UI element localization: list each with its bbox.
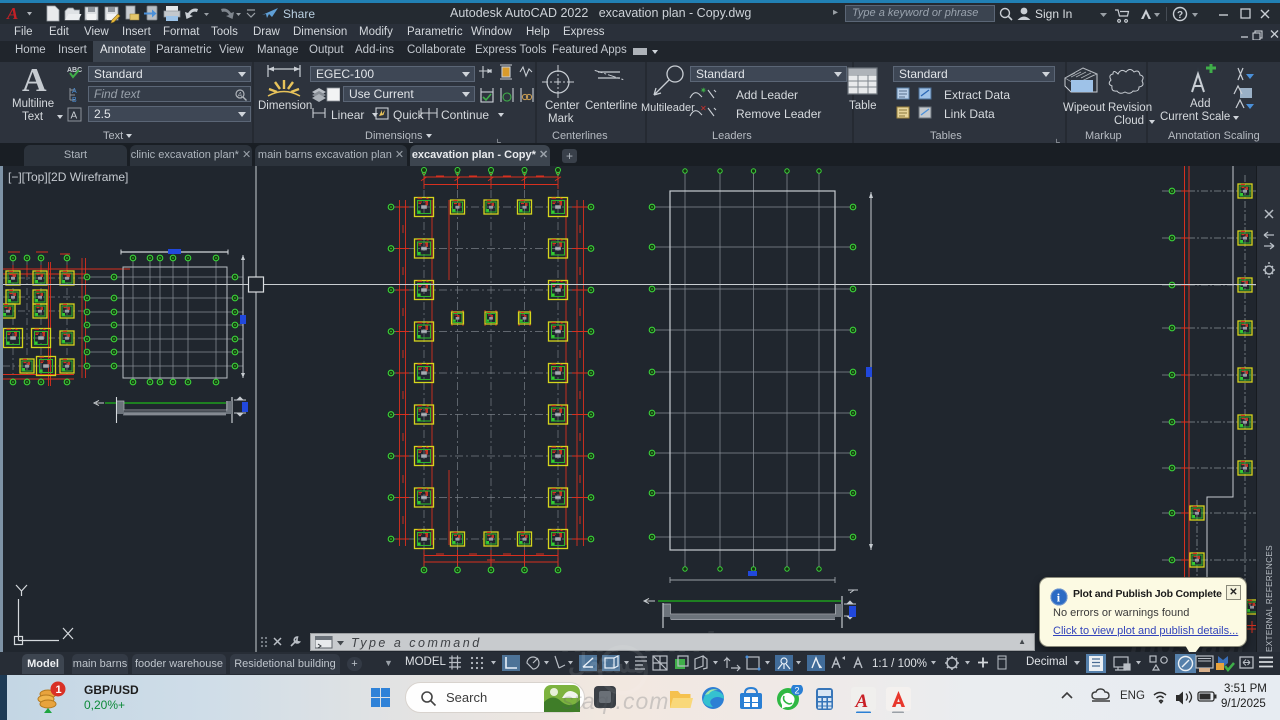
svg-text:ABC: ABC [67, 67, 82, 74]
svg-text:B: B [72, 97, 77, 104]
svg-text:Share: Share [283, 7, 315, 21]
svg-text:Sign In: Sign In [1035, 7, 1072, 21]
svg-text:A: A [855, 691, 869, 712]
svg-text:ENG: ENG [1120, 690, 1145, 702]
svg-text:1: 1 [56, 684, 62, 696]
svg-text:✷: ✷ [700, 86, 707, 95]
svg-text:A: A [71, 111, 78, 122]
svg-text:1:1 / 100%: 1:1 / 100% [872, 658, 927, 670]
svg-text:2: 2 [795, 686, 800, 696]
svg-text:✕: ✕ [700, 104, 707, 113]
svg-text:A: A [6, 4, 18, 23]
svg-text:EXTERNAL REFERENCES: EXTERNAL REFERENCES [1265, 545, 1274, 652]
svg-text:A: A [237, 92, 243, 99]
svg-text:A: A [72, 88, 77, 95]
svg-text:?: ? [1177, 10, 1183, 21]
